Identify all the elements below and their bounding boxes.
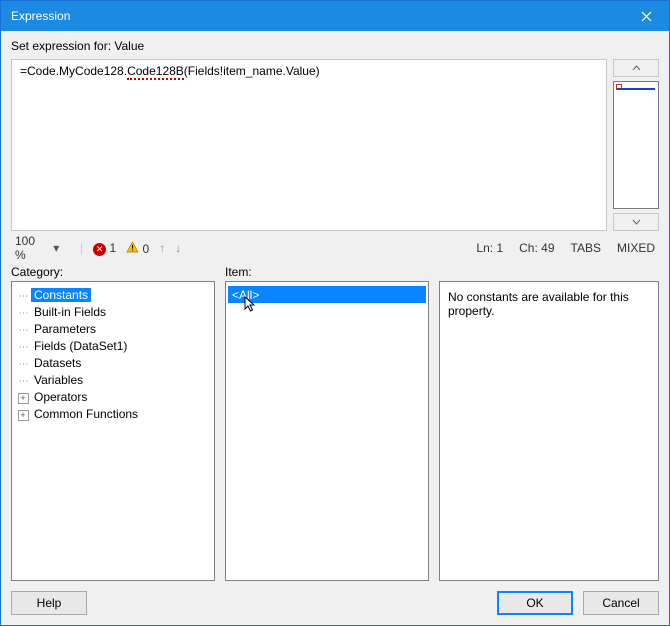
picker-columns: Category: ⋯Constants⋯Built-in Fields⋯Par…	[11, 265, 659, 581]
prev-issue-button[interactable]: ↑	[159, 241, 165, 255]
warning-icon	[126, 241, 139, 253]
tree-item-label: Fields (DataSet1)	[31, 339, 130, 353]
code-suffix: (Fields!item_name.Value)	[184, 64, 320, 78]
tree-leaf-icon: ⋯	[19, 342, 28, 353]
mixed-mode[interactable]: MIXED	[617, 241, 655, 255]
tree-item-label: Operators	[31, 390, 90, 404]
tree-item[interactable]: ⋯Built-in Fields	[14, 303, 212, 320]
preview-line-icon	[617, 88, 655, 90]
tree-item[interactable]: ⋯Constants	[14, 286, 212, 303]
category-column: Category: ⋯Constants⋯Built-in Fields⋯Par…	[11, 265, 215, 581]
set-expression-label: Set expression for: Value	[11, 39, 659, 53]
code-prefix: =Code.MyCode128.	[20, 64, 127, 78]
description-column: No constants are available for this prop…	[439, 265, 659, 581]
zoom-dropdown[interactable]: 100 % ▾	[15, 234, 70, 262]
tree-item-label: Datasets	[31, 356, 84, 370]
tree-item[interactable]: +Common Functions	[14, 405, 212, 422]
item-label: Item:	[225, 265, 429, 279]
cursor-icon	[244, 296, 260, 314]
description-text: No constants are available for this prop…	[442, 286, 656, 322]
category-label: Category:	[11, 265, 215, 279]
tree-leaf-icon: ⋯	[19, 376, 28, 387]
error-icon: ✕	[93, 243, 106, 256]
cancel-button[interactable]: Cancel	[583, 591, 659, 615]
close-button[interactable]	[623, 1, 669, 31]
description-spacer	[439, 265, 659, 279]
preview-column	[613, 59, 659, 231]
tree-leaf-icon: ⋯	[19, 325, 28, 336]
tree-item-label: Built-in Fields	[31, 305, 109, 319]
tree-leaf-icon: ⋯	[19, 308, 28, 319]
tabs-mode[interactable]: TABS	[571, 241, 601, 255]
cursor-col: Ch: 49	[519, 241, 554, 255]
preview-scroll-down[interactable]	[613, 213, 659, 231]
tree-item-label: Common Functions	[31, 407, 141, 421]
tree-item[interactable]: ⋯Datasets	[14, 354, 212, 371]
category-tree[interactable]: ⋯Constants⋯Built-in Fields⋯Parameters⋯Fi…	[11, 281, 215, 581]
editor-row: =Code.MyCode128.Code128B(Fields!item_nam…	[11, 59, 659, 231]
preview-scroll-up[interactable]	[613, 59, 659, 77]
tree-item-label: Variables	[31, 373, 86, 387]
report-preview[interactable]	[613, 81, 659, 209]
ok-button[interactable]: OK	[497, 591, 573, 615]
next-issue-button[interactable]: ↓	[175, 241, 181, 255]
tree-item[interactable]: ⋯Variables	[14, 371, 212, 388]
status-bar: 100 % ▾ | ✕ 1 0 ↑ ↓ Ln: 1 Ch: 49 TABS MI…	[11, 237, 659, 259]
expand-icon[interactable]: +	[18, 393, 29, 404]
window-title: Expression	[11, 9, 623, 23]
chevron-down-icon: ▾	[43, 241, 71, 255]
tree-item-label: Constants	[31, 288, 91, 302]
tree-leaf-icon: ⋯	[19, 359, 28, 370]
tree-item[interactable]: ⋯Fields (DataSet1)	[14, 337, 212, 354]
item-column: Item: <All>	[225, 265, 429, 581]
cursor-line: Ln: 1	[476, 241, 503, 255]
titlebar[interactable]: Expression	[1, 1, 669, 31]
zoom-value: 100 %	[15, 234, 43, 262]
dialog-body: Set expression for: Value =Code.MyCode12…	[1, 31, 669, 625]
tree-item-label: Parameters	[31, 322, 99, 336]
help-button[interactable]: Help	[11, 591, 87, 615]
error-count: 1	[109, 241, 116, 255]
tree-item[interactable]: +Operators	[14, 388, 212, 405]
description-box: No constants are available for this prop…	[439, 281, 659, 581]
warning-indicator[interactable]: 0	[126, 241, 149, 256]
button-row: Help OK Cancel	[11, 587, 659, 615]
tree-leaf-icon: ⋯	[19, 291, 28, 302]
code-error-span: Code128B	[127, 64, 184, 80]
expression-editor[interactable]: =Code.MyCode128.Code128B(Fields!item_nam…	[11, 59, 607, 231]
item-list[interactable]: <All>	[225, 281, 429, 581]
expression-dialog: Expression Set expression for: Value =Co…	[0, 0, 670, 626]
tree-item[interactable]: ⋯Parameters	[14, 320, 212, 337]
expand-icon[interactable]: +	[18, 410, 29, 421]
warning-count: 0	[143, 242, 150, 256]
error-indicator[interactable]: ✕ 1	[93, 241, 116, 256]
